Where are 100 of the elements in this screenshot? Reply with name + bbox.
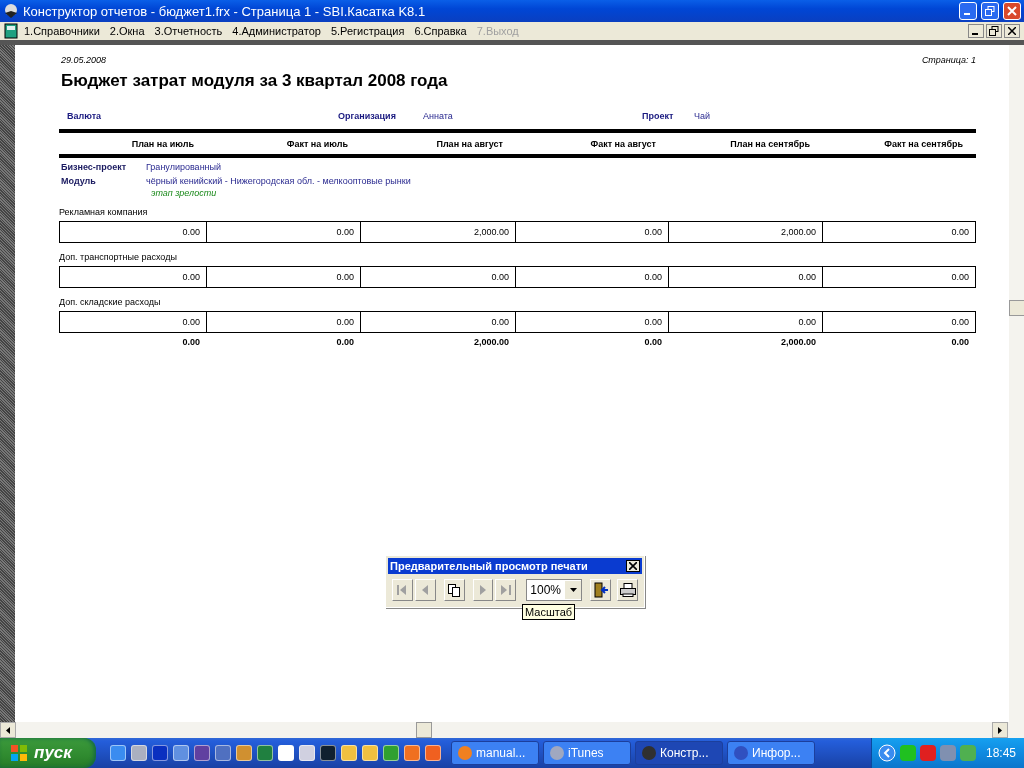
table-cell: 2,000.00 bbox=[669, 222, 823, 242]
info-value: Гранулированный bbox=[146, 162, 223, 172]
total-value: 0.00 bbox=[643, 337, 663, 347]
windows-logo-icon bbox=[10, 744, 28, 762]
app-icon bbox=[550, 746, 564, 760]
restore-icon bbox=[985, 6, 995, 16]
restore-button[interactable] bbox=[986, 24, 1002, 38]
tray-icon[interactable] bbox=[959, 745, 976, 761]
menu-item[interactable]: 5.Регистрация bbox=[326, 25, 409, 37]
toolbar-title: Предварительный просмотр печати bbox=[390, 560, 588, 572]
total-value: 0.00 bbox=[181, 337, 201, 347]
app-icon bbox=[458, 746, 472, 760]
close-icon bbox=[629, 562, 637, 570]
table-cell: 0.00 bbox=[361, 312, 516, 332]
total-value: 0.00 bbox=[950, 337, 970, 347]
exit-button[interactable] bbox=[590, 579, 612, 601]
caret-icon bbox=[569, 588, 577, 592]
close-button[interactable] bbox=[626, 560, 640, 572]
menu-item[interactable]: 1.Справочники bbox=[20, 25, 104, 37]
section-label: Доп. складские расходы bbox=[59, 297, 161, 307]
quick-launch-icon[interactable] bbox=[320, 745, 336, 761]
info-label: Модуль bbox=[61, 176, 97, 186]
column-header: План на июль bbox=[130, 139, 195, 149]
table-cell: 0.00 bbox=[669, 312, 823, 332]
menu-item[interactable]: 6.Справка bbox=[410, 25, 471, 37]
taskbar-button[interactable]: Констр... bbox=[635, 741, 723, 765]
page-number: Страница: 1 bbox=[921, 55, 976, 65]
document-icon bbox=[4, 23, 18, 39]
tray-icon[interactable] bbox=[919, 745, 936, 761]
quick-launch-icon[interactable] bbox=[194, 745, 210, 761]
left-arrow-icon bbox=[6, 726, 10, 734]
scroll-left-button[interactable] bbox=[0, 722, 16, 738]
table-cell: 0.00 bbox=[207, 312, 361, 332]
table-cell: 0.00 bbox=[60, 267, 207, 287]
column-header: Факт на сентябрь bbox=[883, 139, 964, 149]
tooltip: Масштаб bbox=[522, 604, 576, 620]
quick-launch-icon[interactable] bbox=[152, 745, 168, 761]
table-cell: 0.00 bbox=[207, 222, 361, 242]
print-button[interactable] bbox=[617, 579, 638, 601]
column-header: План на август bbox=[435, 139, 504, 149]
menu-item[interactable]: 4.Администратор bbox=[228, 25, 325, 37]
info-label: Бизнес-проект bbox=[61, 162, 128, 172]
window-title: Конструктор отчетов - бюджет1.frx - Страница 1 - SBI.Касатка K8.1 bbox=[23, 3, 427, 19]
menu-item[interactable]: 2.Окна bbox=[105, 25, 149, 37]
table-cell: 0.00 bbox=[516, 312, 669, 332]
field-label: Организация bbox=[338, 111, 397, 121]
table-cell: 0.00 bbox=[516, 222, 669, 242]
last-page-icon bbox=[500, 584, 511, 596]
table-cell: 2,000.00 bbox=[361, 222, 516, 242]
total-value: 2,000.00 bbox=[472, 337, 510, 347]
app-icon bbox=[3, 3, 19, 19]
report-date: 29.05.2008 bbox=[61, 55, 107, 65]
app-icon bbox=[734, 746, 748, 760]
table-cell: 0.00 bbox=[669, 267, 823, 287]
section-label: Доп. транспортные расходы bbox=[59, 252, 177, 262]
field-label: Валюта bbox=[67, 111, 103, 121]
printer-icon bbox=[619, 583, 636, 597]
scroll-thumb[interactable] bbox=[1009, 300, 1024, 316]
table-cell: 0.00 bbox=[60, 312, 207, 332]
info-value: чёрный кенийский - Нижегородская обл. - мелкооптовые рынки bbox=[146, 176, 412, 186]
table-cell: 0.00 bbox=[207, 267, 361, 287]
close-icon bbox=[1007, 6, 1017, 16]
table-cell: 0.00 bbox=[823, 312, 976, 332]
taskbar-button[interactable]: iTunes bbox=[543, 741, 631, 765]
taskbar-button[interactable]: manual... bbox=[451, 741, 539, 765]
chevron-icon[interactable] bbox=[877, 744, 896, 762]
toolbar-button[interactable] bbox=[443, 579, 465, 601]
app-icon bbox=[642, 746, 656, 760]
scroll-thumb[interactable] bbox=[416, 722, 432, 738]
close-icon bbox=[1008, 27, 1016, 35]
right-arrow-icon bbox=[998, 726, 1002, 734]
tray-icon[interactable] bbox=[939, 745, 956, 761]
quick-launch-icon[interactable] bbox=[257, 745, 273, 761]
clock: 18:45 bbox=[985, 746, 1016, 760]
vertical-scrollbar[interactable] bbox=[1009, 45, 1024, 722]
field-label: Проект bbox=[642, 111, 675, 121]
minimize-button[interactable] bbox=[968, 24, 984, 38]
column-header: Факт на июль bbox=[285, 139, 349, 149]
table-cell: 0.00 bbox=[823, 222, 976, 242]
zoom-dropdown[interactable]: 100% bbox=[526, 579, 583, 601]
start-button[interactable]: пуск bbox=[0, 738, 96, 768]
restore-icon bbox=[989, 26, 999, 36]
menu-item[interactable]: 3.Отчетность bbox=[150, 25, 227, 37]
scroll-right-button[interactable] bbox=[992, 722, 1008, 738]
table-cell: 0.00 bbox=[823, 267, 976, 287]
column-header: План на сентябрь bbox=[729, 139, 811, 149]
section-label: Рекламная компания bbox=[59, 207, 148, 217]
stage-label: этап зрелости bbox=[151, 188, 218, 198]
table-cell: 0.00 bbox=[60, 222, 207, 242]
close-button[interactable] bbox=[1004, 24, 1020, 38]
field-value: Чай bbox=[694, 111, 712, 121]
quick-launch-icon[interactable] bbox=[215, 745, 231, 761]
door-icon bbox=[592, 582, 609, 598]
previous-page-icon bbox=[421, 584, 429, 596]
table-cell: 0.00 bbox=[516, 267, 669, 287]
horizontal-scrollbar[interactable] bbox=[0, 722, 1024, 738]
field-value: Анната bbox=[423, 111, 454, 121]
report-title: Бюджет затрат модуля за 3 квартал 2008 года bbox=[61, 71, 449, 91]
taskbar-button[interactable]: Инфор... bbox=[727, 741, 815, 765]
next-page-icon bbox=[479, 584, 487, 596]
